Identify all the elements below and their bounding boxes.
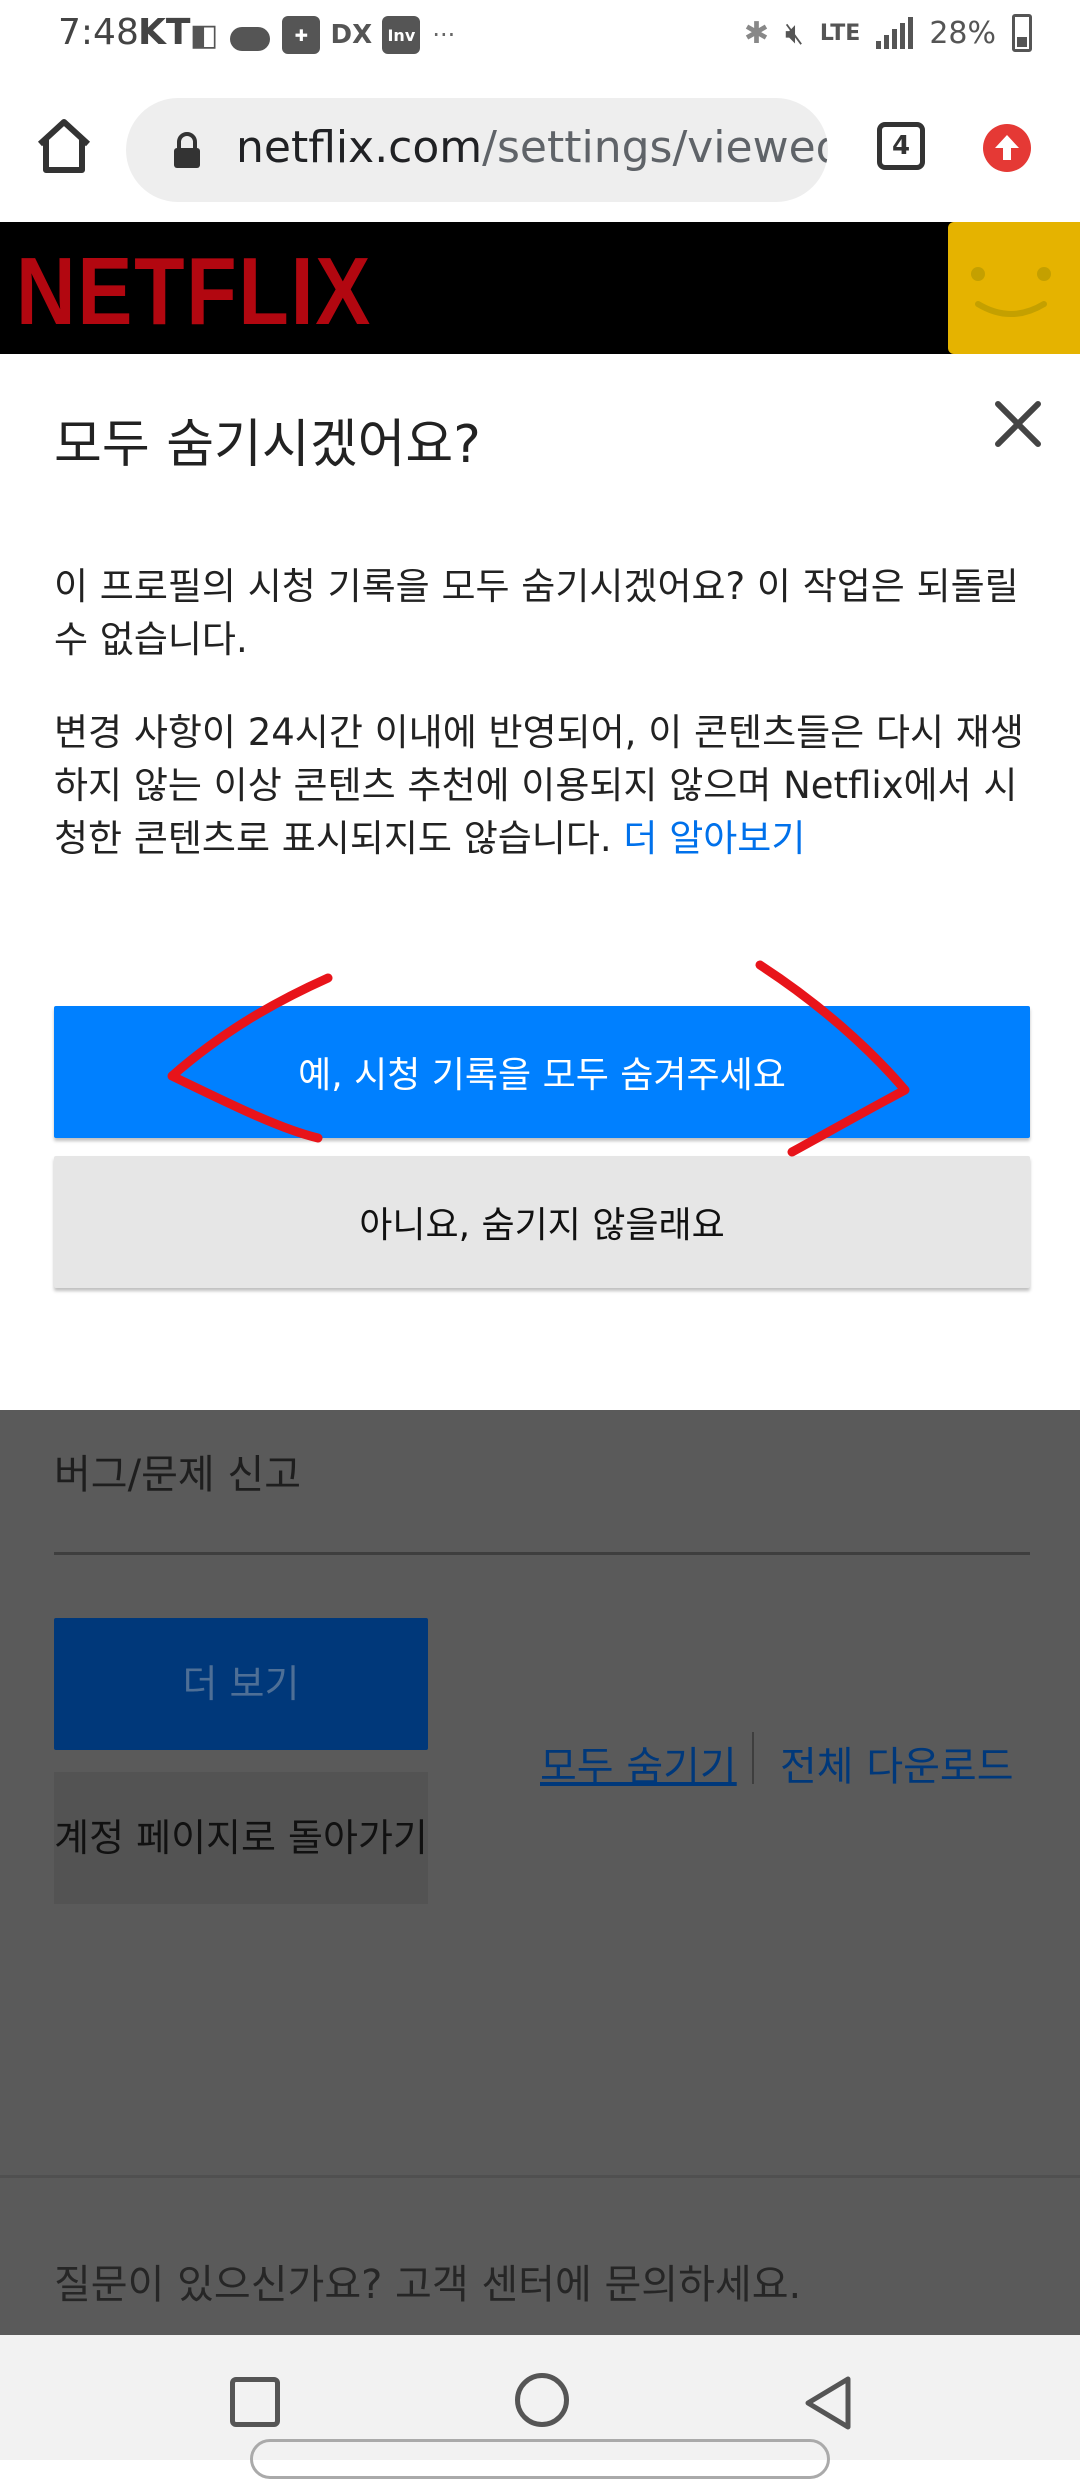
battery-icon <box>1012 14 1032 52</box>
bluetooth-icon: ✱ <box>743 15 769 51</box>
address-bar[interactable]: netflix.com/settings/viewed <box>126 98 828 202</box>
lock-icon <box>174 132 200 168</box>
notification-icons: ◧ ✚ DX Inv ··· <box>190 16 455 54</box>
android-nav-bar <box>0 2335 1080 2479</box>
show-more-button[interactable]: 더 보기 <box>54 1618 428 1750</box>
home-icon <box>37 119 91 173</box>
dialog-detail-text: 변경 사항이 24시간 이내에 반영되어, 이 콘텐츠들은 다시 재생하지 않는… <box>54 711 1024 860</box>
back-to-account-button[interactable]: 계정 페이지로 돌아가기 <box>54 1772 428 1904</box>
inv-icon: Inv <box>382 16 421 54</box>
tab-switcher-button[interactable]: 4 <box>877 122 925 170</box>
footer-divider <box>0 2175 1080 2178</box>
gesture-handle[interactable] <box>250 2439 830 2479</box>
network-type: LTE <box>819 20 861 46</box>
browser-toolbar: netflix.com/settings/viewed 4 <box>0 76 1080 222</box>
back-button[interactable] <box>802 2375 854 2431</box>
game-icon: ✚ <box>282 16 321 54</box>
help-center-text[interactable]: 질문이 있으신가요? 고객 센터에 문의하세요. <box>54 2252 801 2310</box>
cancel-button[interactable]: 아니요, 숨기지 않을래요 <box>54 1156 1030 1288</box>
status-time: 7:48 <box>58 12 139 53</box>
netflix-logo[interactable]: NETFLIX <box>16 244 372 340</box>
arrow-up-icon <box>995 135 1019 160</box>
home-button[interactable] <box>36 116 92 176</box>
smiley-face-icon <box>971 267 1051 317</box>
learn-more-link[interactable]: 더 알아보기 <box>623 817 805 860</box>
close-button[interactable] <box>990 396 1046 452</box>
hide-all-link[interactable]: 모두 숨기기 <box>540 1734 737 1792</box>
section-divider <box>54 1552 1030 1555</box>
back-triangle-icon <box>805 2376 851 2430</box>
signal-icon <box>876 17 914 49</box>
more-dots-icon: ··· <box>432 21 456 49</box>
dialog-detail: 변경 사항이 24시간 이내에 반영되어, 이 콘텐츠들은 다시 재생하지 않는… <box>54 706 1034 865</box>
dimmed-page-content: 버그/문제 신고 더 보기 계정 페이지로 돌아가기 모두 숨기기 전체 다운로… <box>0 1410 1080 2335</box>
home-nav-button[interactable] <box>515 2373 569 2427</box>
close-icon <box>995 401 1041 447</box>
url-domain: netflix.com <box>236 122 483 173</box>
update-button[interactable] <box>983 124 1031 172</box>
hide-all-dialog: 모두 숨기시겠어요? 이 프로필의 시청 기록을 모두 숨기시겠어요? 이 작업… <box>0 354 1080 1410</box>
system-icons: ✱ 🔇︎ LTE 28% <box>744 14 1032 52</box>
confirm-hide-all-button[interactable]: 예, 시청 기록을 모두 숨겨주세요 <box>54 1006 1030 1138</box>
netflix-header: NETFLIX <box>0 222 1080 354</box>
status-bar: 7:48 KT ◧ ✚ DX Inv ··· ✱ 🔇︎ LTE 28% <box>0 0 1080 76</box>
battery-percent: 28% <box>929 15 996 51</box>
dialog-message: 이 프로필의 시청 기록을 모두 숨기시겠어요? 이 작업은 되돌릴 수 없습니… <box>54 565 1019 661</box>
recent-apps-button[interactable] <box>230 2377 280 2427</box>
url-text[interactable]: netflix.com/settings/viewed <box>236 122 828 173</box>
dialog-title: 모두 숨기시겠어요? <box>54 415 481 475</box>
cloud-icon <box>230 27 271 51</box>
download-all-link[interactable]: 전체 다운로드 <box>780 1734 1014 1792</box>
profile-avatar[interactable] <box>948 222 1080 354</box>
bug-report-link[interactable]: 버그/문제 신고 <box>54 1442 301 1500</box>
link-separator <box>752 1732 754 1784</box>
url-path: /settings/viewed <box>482 122 828 173</box>
carrier-app-icon: ◧ <box>190 17 219 53</box>
mute-icon: 🔇︎ <box>784 15 804 51</box>
dx-icon: DX <box>330 20 373 50</box>
status-carrier: KT <box>138 12 191 53</box>
